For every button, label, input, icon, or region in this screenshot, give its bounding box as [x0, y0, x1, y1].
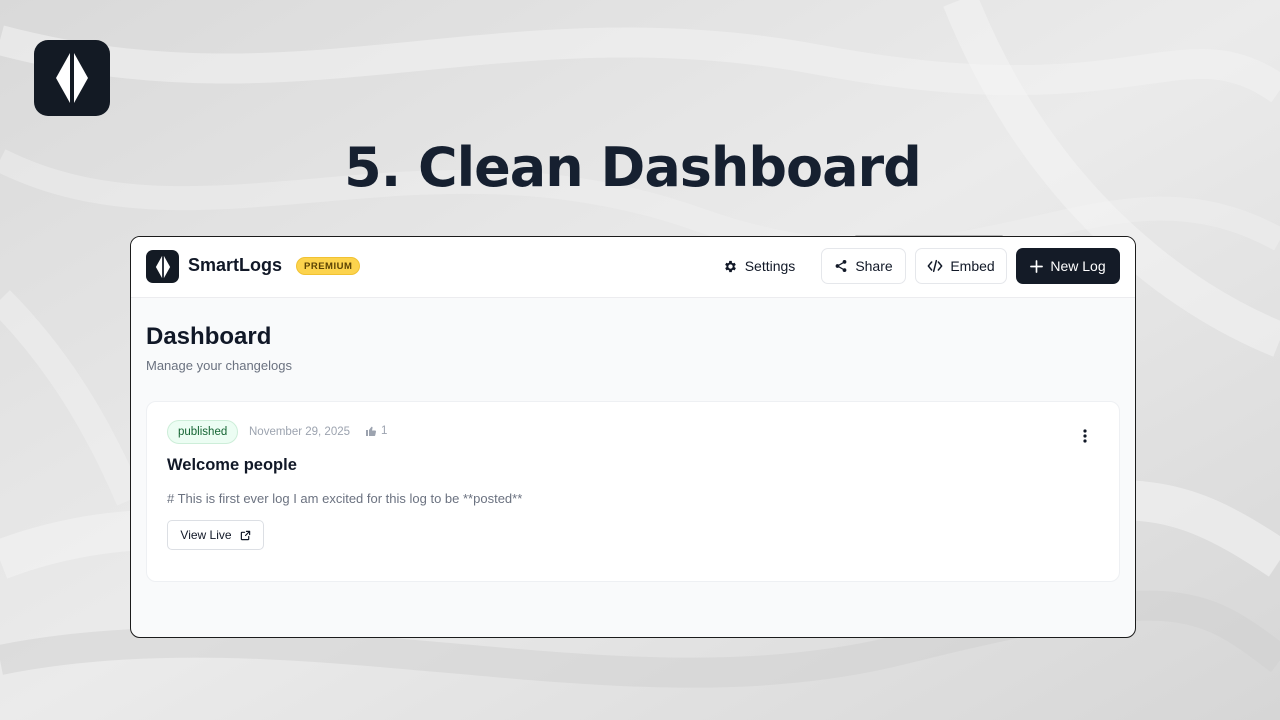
log-title[interactable]: Welcome people — [167, 456, 297, 475]
view-live-button[interactable]: View Live — [167, 520, 264, 550]
share-button[interactable]: Share — [821, 248, 906, 284]
gear-icon — [724, 260, 736, 272]
app-name: SmartLogs — [188, 255, 283, 275]
plus-icon — [1030, 259, 1044, 273]
embed-button[interactable]: Embed — [915, 248, 1007, 284]
code-icon — [927, 259, 943, 273]
like-count-value: 1 — [381, 425, 388, 437]
app-logo[interactable] — [146, 250, 179, 283]
share-icon — [835, 260, 847, 272]
brand-logo — [34, 40, 110, 116]
view-live-label: View Live — [180, 528, 232, 542]
app-window: SmartLogs PREMIUM Settings Share Embed N… — [130, 236, 1136, 638]
embed-label: Embed — [950, 258, 995, 274]
status-badge: published — [167, 420, 239, 444]
log-date: November 29, 2025 — [249, 426, 351, 438]
settings-label: Settings — [744, 258, 796, 274]
external-link-icon — [240, 530, 250, 540]
like-count: 1 — [365, 425, 387, 437]
share-label: Share — [855, 258, 893, 274]
more-options-button[interactable] — [1073, 424, 1097, 448]
log-excerpt: # This is first ever log I am excited fo… — [167, 491, 523, 506]
diamond-logo-icon — [155, 255, 170, 278]
kebab-menu-icon — [1083, 429, 1087, 443]
page-subtitle: Manage your changelogs — [146, 358, 292, 373]
new-log-label: New Log — [1050, 258, 1106, 274]
log-card: published November 29, 2025 1 Welcome pe… — [146, 401, 1120, 582]
premium-badge: PREMIUM — [296, 257, 361, 275]
settings-button[interactable]: Settings — [716, 248, 802, 284]
diamond-logo-icon — [56, 53, 88, 103]
app-header: SmartLogs PREMIUM Settings Share Embed N… — [131, 237, 1135, 298]
new-log-button[interactable]: New Log — [1016, 248, 1120, 284]
page-title: Dashboard — [146, 323, 272, 350]
slide-title: 5. Clean Dashboard — [344, 136, 922, 199]
thumbs-up-icon — [366, 426, 376, 437]
